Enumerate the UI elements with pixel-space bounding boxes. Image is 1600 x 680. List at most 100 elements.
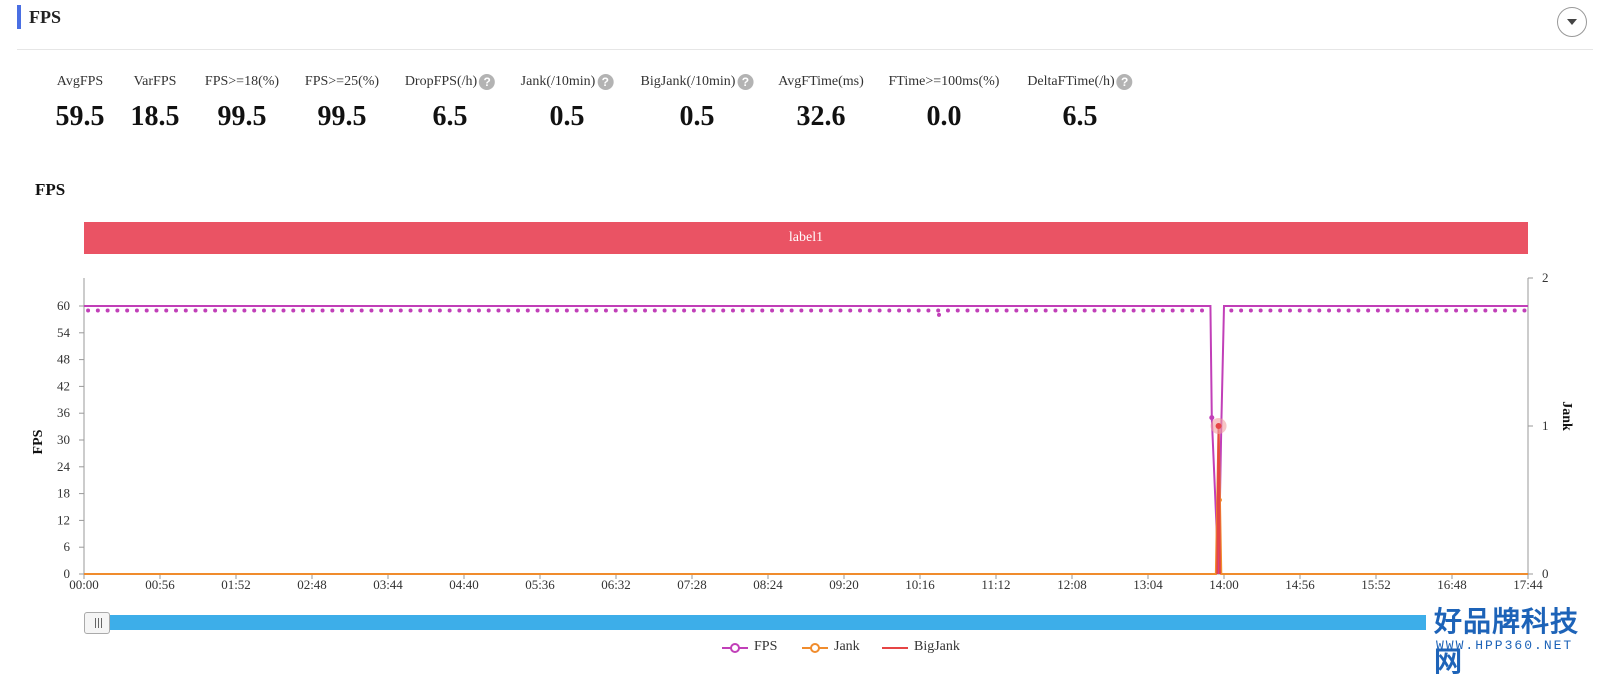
y-tick-label: 48 (57, 352, 70, 367)
fps-data-point (662, 308, 667, 313)
fps-data-point (1434, 308, 1439, 313)
fps-data-point (506, 308, 511, 313)
fps-data-point (994, 308, 999, 313)
fps-data-point (1131, 308, 1136, 313)
fps-data-point (1180, 308, 1185, 313)
fps-data-point (936, 308, 941, 313)
fps-data-point (955, 308, 960, 313)
fps-data-point (408, 308, 413, 313)
y-tick-label: 42 (57, 378, 70, 393)
fps-data-point (1463, 308, 1468, 313)
fps-data-point (1112, 308, 1117, 313)
legend-jank-marker (802, 643, 828, 653)
fps-data-point (750, 308, 755, 313)
fps-data-point (877, 308, 882, 313)
legend-label: Jank (834, 639, 860, 654)
y-tick-label: 6 (64, 539, 71, 554)
x-tick-label: 02:48 (297, 577, 327, 592)
x-tick-label: 10:16 (905, 577, 935, 592)
fps-data-point (1229, 308, 1234, 313)
fps-data-point (320, 308, 325, 313)
y-tick-label: 54 (57, 325, 71, 340)
fps-data-point (652, 308, 657, 313)
x-tick-label: 14:56 (1285, 577, 1315, 592)
fps-data-point (105, 308, 110, 313)
x-tick-label: 04:40 (449, 577, 479, 592)
legend-fps-marker (722, 643, 748, 653)
fps-data-point (730, 308, 735, 313)
fps-data-point (809, 308, 814, 313)
fps-data-point (799, 308, 804, 313)
fps-data-point (1170, 308, 1175, 313)
y-tick-label: 24 (57, 459, 71, 474)
fps-data-point (1317, 308, 1322, 313)
fps-data-point (1033, 308, 1038, 313)
x-tick-label: 09:20 (829, 577, 859, 592)
fps-data-point (1014, 308, 1019, 313)
fps-data-point (252, 308, 257, 313)
fps-data-point (1209, 415, 1215, 421)
watermark-logo: 好品牌科技网 WWW.HPP360.NET (1434, 600, 1600, 678)
fps-data-point (926, 308, 931, 313)
fps-data-point (340, 308, 345, 313)
fps-data-point (555, 308, 560, 313)
fps-data-point (545, 308, 550, 313)
fps-data-point (594, 308, 599, 313)
fps-data-point (1258, 308, 1263, 313)
fps-data-point (330, 308, 335, 313)
fps-data-point (525, 308, 530, 313)
zoom-slider-handle[interactable] (84, 612, 110, 634)
fps-data-point (437, 308, 442, 313)
fps-data-point (779, 308, 784, 313)
x-tick-label: 07:28 (677, 577, 707, 592)
fps-data-point (301, 308, 306, 313)
fps-data-point (1366, 308, 1371, 313)
fps-data-point (496, 308, 501, 313)
zoom-slider-track[interactable] (110, 615, 1426, 630)
y-tick-label: 30 (57, 432, 70, 447)
x-tick-label: 14:00 (1209, 577, 1239, 592)
fps-data-point (95, 308, 100, 313)
fps-data-point (203, 308, 208, 313)
x-tick-label: 12:08 (1057, 577, 1087, 592)
fps-data-point (213, 308, 218, 313)
x-tick-label: 13:04 (1133, 577, 1163, 592)
fps-data-point (1082, 308, 1087, 313)
fps-data-point (1141, 308, 1146, 313)
x-tick-label: 03:44 (373, 577, 403, 592)
fps-data-point (584, 308, 589, 313)
fps-data-point (242, 308, 247, 313)
fps-data-point (574, 308, 579, 313)
fps-data-point (467, 308, 472, 313)
fps-data-point (828, 308, 833, 313)
fps-data-point (770, 308, 775, 313)
fps-data-point (985, 308, 990, 313)
fps-data-point (818, 308, 823, 313)
fps-data-point (1405, 308, 1410, 313)
fps-data-point (613, 308, 618, 313)
fps-data-point (1414, 308, 1419, 313)
fps-data-point (1454, 308, 1459, 313)
fps-data-point (906, 308, 911, 313)
y2-tick-label: 1 (1542, 418, 1549, 433)
fps-data-point (388, 308, 393, 313)
fps-data-point (1268, 308, 1273, 313)
fps-data-point (1092, 308, 1097, 313)
fps-data-point (848, 308, 853, 313)
x-tick-label: 17:44 (1513, 577, 1543, 592)
fps-data-point (975, 308, 980, 313)
fps-data-point (486, 308, 491, 313)
fps-data-point (1385, 308, 1390, 313)
x-tick-label: 00:00 (69, 577, 99, 592)
fps-data-point (887, 308, 892, 313)
fps-data-point (1043, 308, 1048, 313)
chart-series (84, 305, 1528, 575)
fps-data-point (232, 308, 237, 313)
fps-data-point (144, 308, 149, 313)
fps-data-point (174, 308, 179, 313)
fps-data-point (721, 308, 726, 313)
fps-data-point (633, 308, 638, 313)
fps-data-point (1004, 308, 1009, 313)
fps-data-point (1522, 308, 1527, 313)
fps-data-point (1493, 308, 1498, 313)
